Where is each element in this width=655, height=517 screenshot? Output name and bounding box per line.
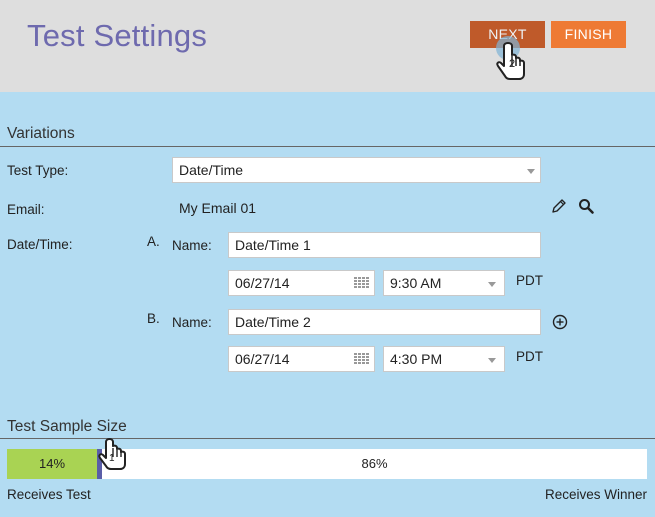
receives-test-label: Receives Test [7, 487, 91, 502]
plus-circle-icon[interactable] [552, 314, 568, 330]
variation-b-name-label: Name: [172, 315, 212, 330]
test-percent-label: 14% [38, 456, 66, 471]
winner-percent-segment: 86% [102, 449, 647, 479]
variation-b-time-value: 4:30 PM [390, 351, 443, 367]
receives-winner-label: Receives Winner [544, 487, 647, 502]
chevron-down-icon [488, 282, 496, 287]
variation-a-date-input[interactable]: 06/27/14 [228, 270, 375, 296]
test-type-select[interactable]: Date/Time [172, 157, 541, 183]
variation-b-date-value: 06/27/14 [235, 351, 290, 367]
variation-b-letter: B. [147, 311, 160, 326]
variations-heading: Variations [7, 125, 75, 142]
variation-b-time-select[interactable]: 4:30 PM [383, 346, 505, 372]
pencil-icon[interactable] [551, 198, 567, 214]
email-label: Email: [7, 202, 45, 217]
chevron-down-icon [488, 358, 496, 363]
test-type-label: Test Type: [7, 163, 69, 178]
header-bar: Test Settings NEXT FINISH 2 [0, 0, 655, 92]
sample-size-heading: Test Sample Size [7, 418, 127, 435]
finish-button[interactable]: FINISH [551, 21, 626, 48]
variation-a-time-value: 9:30 AM [390, 275, 442, 291]
variation-a-date-value: 06/27/14 [235, 275, 290, 291]
variation-a-timezone: PDT [516, 273, 543, 288]
divider [0, 146, 655, 147]
winner-percent-label: 86% [361, 456, 388, 471]
slider-step-badge: 1 [109, 453, 115, 464]
variation-a-name-input[interactable]: Date/Time 1 [228, 232, 541, 258]
variation-b-date-input[interactable]: 06/27/14 [228, 346, 375, 372]
calendar-icon[interactable] [354, 353, 369, 365]
hand-cursor-icon [98, 438, 126, 470]
calendar-icon[interactable] [354, 277, 369, 289]
variation-a-time-select[interactable]: 9:30 AM [383, 270, 505, 296]
chevron-down-icon [527, 169, 535, 174]
variation-a-letter: A. [147, 234, 160, 249]
search-icon[interactable] [578, 198, 594, 214]
variation-a-name-label: Name: [172, 238, 212, 253]
datetime-label: Date/Time: [7, 237, 73, 252]
test-type-value: Date/Time [179, 162, 244, 178]
page-title: Test Settings [27, 18, 208, 53]
test-percent-segment: 14% [7, 449, 97, 479]
variation-b-name-input[interactable]: Date/Time 2 [228, 309, 541, 335]
email-value: My Email 01 [179, 200, 257, 216]
next-step-badge: 2 [509, 58, 516, 70]
variation-b-timezone: PDT [516, 349, 543, 364]
